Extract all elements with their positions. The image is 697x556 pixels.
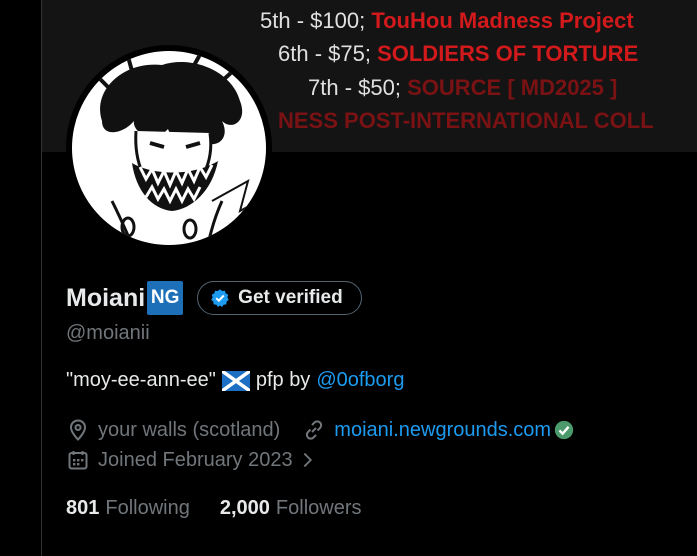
banner-line: 5th - $100; TouHou Madness Project xyxy=(260,8,634,34)
follow-stats: 801 Following 2,000 Followers xyxy=(66,497,392,520)
avatar-image xyxy=(72,51,266,245)
bio-pfp-text: pfp by xyxy=(255,369,311,391)
get-verified-button[interactable]: Get verified xyxy=(197,281,362,315)
calendar-icon xyxy=(68,451,88,470)
name-row: Moiani NG Get verified xyxy=(66,278,362,318)
location-pin-icon xyxy=(69,419,87,441)
scotland-flag-icon xyxy=(221,370,250,391)
get-verified-label: Get verified xyxy=(238,287,343,308)
bio: "moy-ee-ann-ee" pfp by @0ofborg xyxy=(66,369,404,392)
banner-place: 7th - $50; xyxy=(308,75,401,100)
followers-link[interactable]: 2,000 Followers xyxy=(220,497,362,520)
display-name: Moiani xyxy=(66,283,146,312)
banner-prize: NESS POST-INTERNATIONAL COLL xyxy=(278,108,654,133)
user-handle: @moianii xyxy=(66,322,150,344)
banner-line: NESS POST-INTERNATIONAL COLL xyxy=(278,108,654,134)
banner-place: 5th - $100; xyxy=(260,8,366,33)
following-count: 801 xyxy=(66,497,100,519)
joined-date: Joined February 2023 xyxy=(98,448,293,471)
bio-mention-link[interactable]: @0ofborg xyxy=(316,369,404,392)
banner-prize: TouHou Madness Project xyxy=(371,8,634,33)
banner-prize: SOURCE [ MD2025 ] xyxy=(407,75,618,100)
link-icon xyxy=(306,420,323,440)
newgrounds-badge-icon[interactable]: NG xyxy=(147,281,184,315)
followers-count: 2,000 xyxy=(219,497,270,519)
banner-line: 7th - $50; SOURCE [ MD2025 ] xyxy=(308,75,617,101)
followers-label: Followers xyxy=(275,497,362,519)
profile-meta-row: your walls (scotland) moiani.newgrounds.… xyxy=(66,418,575,442)
banner-place: 6th - $75; xyxy=(278,41,371,66)
profile-meta-row: Joined February 2023 xyxy=(66,448,317,472)
chevron-right-icon[interactable] xyxy=(299,449,317,471)
banner-prize: SOLDIERS OF TORTURE xyxy=(377,41,639,66)
verified-badge-icon xyxy=(211,289,229,307)
location-text: your walls (scotland) xyxy=(98,418,281,441)
following-link[interactable]: 801 Following xyxy=(66,497,190,520)
bio-text: "moy-ee-ann-ee" xyxy=(66,369,216,391)
website-link[interactable]: moiani.newgrounds.com xyxy=(334,419,551,442)
banner-line: 6th - $75; SOLDIERS OF TORTURE xyxy=(278,41,638,67)
following-label: Following xyxy=(105,497,190,519)
verified-check-icon xyxy=(554,420,574,440)
avatar[interactable] xyxy=(66,45,272,251)
